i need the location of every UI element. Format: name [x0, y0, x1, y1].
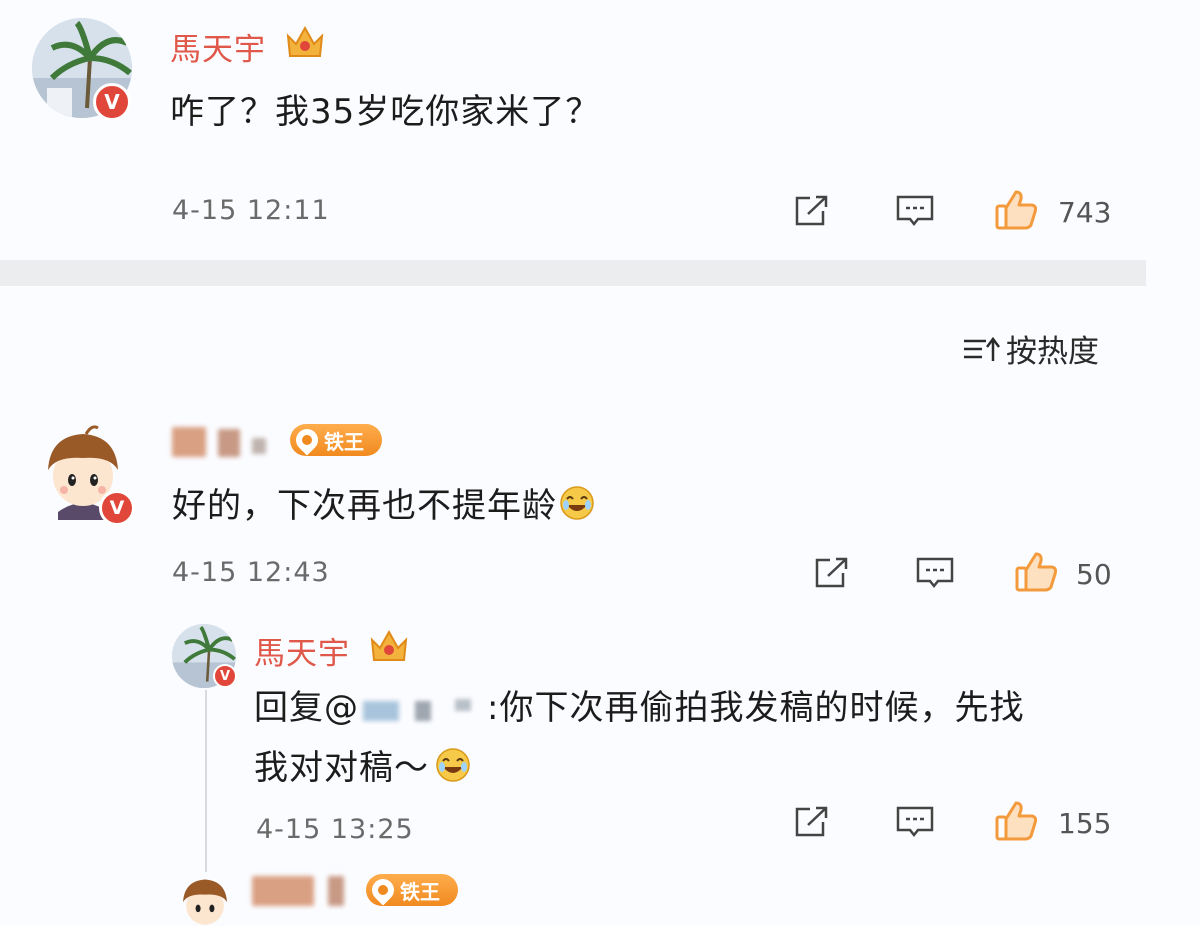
- comment-time: 4-15 12:11: [172, 195, 330, 226]
- comment-icon[interactable]: [894, 193, 936, 229]
- verified-v-icon: V: [213, 664, 237, 688]
- comment-text: 咋了？我35岁吃你家米了？: [170, 92, 601, 132]
- laughing-emoji-icon: [436, 747, 470, 782]
- cartoon-boy-avatar: [183, 879, 227, 925]
- redacted-username: [328, 876, 344, 906]
- sort-icon: [964, 336, 1000, 361]
- reply-text-line2: 我对对稿～: [254, 740, 471, 789]
- redacted-username: [218, 429, 240, 457]
- crown-badge-icon: [286, 25, 324, 57]
- fan-badge-label: 铁王: [324, 429, 364, 454]
- share-icon[interactable]: [812, 555, 852, 591]
- laughing-emoji-icon: [560, 485, 594, 520]
- reply-text-content: :你下次再偷拍我发稿的时候，先找: [487, 688, 1025, 728]
- redacted-username: [172, 427, 206, 457]
- share-icon[interactable]: [792, 804, 832, 840]
- sort-label: 按热度: [1006, 334, 1099, 370]
- verified-v-icon: V: [99, 490, 135, 526]
- like-count: 743: [1058, 196, 1112, 229]
- redacted-username: [252, 438, 266, 454]
- thumbs-up-icon[interactable]: [994, 188, 1040, 232]
- reply-prefix: 回复@: [254, 688, 359, 728]
- comment-username[interactable]: 馬天宇: [170, 24, 266, 69]
- comment-time: 4-15 12:43: [172, 557, 330, 588]
- thread-line: [205, 690, 207, 885]
- comment-text-content: 好的，下次再也不提年龄: [172, 486, 557, 526]
- reply-text-line1: 回复@ :你下次再偷拍我发稿的时候，先找: [254, 680, 1024, 729]
- gem-icon: [291, 424, 323, 456]
- thumbs-up-icon[interactable]: [994, 799, 1040, 843]
- reply-username[interactable]: 馬天宇: [254, 628, 350, 673]
- fan-badge-label: 铁王: [400, 879, 440, 904]
- crown-badge-icon: [370, 629, 408, 661]
- reply-text-content-2: 我对对稿～: [254, 748, 429, 788]
- comment-text: 好的，下次再也不提年龄: [172, 478, 595, 527]
- section-divider: [0, 260, 1146, 286]
- avatar[interactable]: [178, 872, 232, 926]
- like-count: 155: [1058, 807, 1112, 840]
- redacted-mention: [359, 695, 487, 725]
- fan-badge[interactable]: 铁王: [366, 874, 458, 906]
- verified-v-icon: V: [93, 83, 131, 121]
- like-count: 50: [1076, 558, 1112, 591]
- fan-badge[interactable]: 铁王: [290, 424, 382, 456]
- comment-icon[interactable]: [914, 555, 956, 591]
- redacted-username: [252, 876, 314, 906]
- reply-time: 4-15 13:25: [256, 814, 414, 845]
- sort-toggle[interactable]: 按热度: [962, 326, 1099, 371]
- gem-icon: [367, 874, 399, 906]
- comment-icon[interactable]: [894, 804, 936, 840]
- thumbs-up-icon[interactable]: [1014, 550, 1060, 594]
- share-icon[interactable]: [792, 193, 832, 229]
